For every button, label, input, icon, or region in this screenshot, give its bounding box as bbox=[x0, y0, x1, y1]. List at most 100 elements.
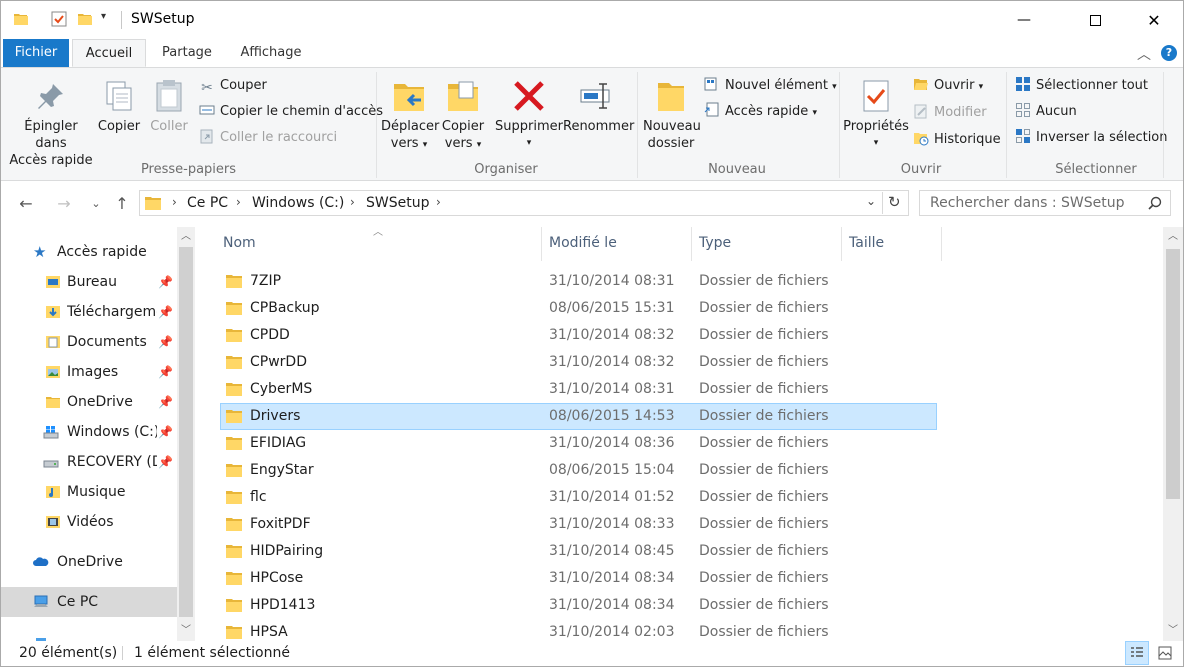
column-header-name[interactable]: Nom bbox=[223, 235, 256, 251]
table-row[interactable]: HPSA 31/10/2014 02:03 Dossier de fichiers bbox=[220, 619, 937, 641]
nav-item-windows-c[interactable]: Windows (C:) 📌 bbox=[1, 417, 177, 447]
scroll-up-icon[interactable]: ︿ bbox=[1168, 227, 1178, 242]
select-none-button[interactable]: Aucun bbox=[1015, 102, 1077, 122]
nav-item-quick-access[interactable]: ★ Accès rapide bbox=[1, 237, 177, 267]
large-icons-view-button[interactable] bbox=[1153, 641, 1177, 665]
tab-home[interactable]: Accueil bbox=[72, 39, 146, 67]
breadcrumb-separator-icon[interactable]: › bbox=[236, 195, 241, 209]
paste-button[interactable]: Coller bbox=[147, 78, 191, 135]
scroll-down-icon[interactable]: ﹀ bbox=[181, 621, 191, 636]
select-all-button[interactable]: Sélectionner tout bbox=[1015, 76, 1148, 96]
cut-button[interactable]: ✂ Couper bbox=[199, 76, 267, 96]
address-history-icon[interactable]: ⌄ bbox=[866, 194, 876, 208]
column-header-modified[interactable]: Modifié le bbox=[549, 235, 617, 251]
table-row[interactable]: CPwrDD 31/10/2014 08:32 Dossier de fichier… bbox=[220, 349, 937, 376]
close-button[interactable]: ✕ bbox=[1131, 1, 1177, 39]
pin-icon[interactable]: 📌 bbox=[158, 297, 173, 327]
table-row[interactable]: CyberMS 31/10/2014 08:31 Dossier de fichie… bbox=[220, 376, 937, 403]
pin-icon[interactable]: 📌 bbox=[158, 357, 173, 387]
details-view-button[interactable] bbox=[1125, 641, 1149, 665]
breadcrumb-separator-icon[interactable]: › bbox=[172, 195, 177, 209]
nav-item-music[interactable]: Musique bbox=[1, 477, 177, 507]
column-header-size[interactable]: Taille bbox=[849, 235, 884, 251]
column-divider[interactable] bbox=[941, 227, 942, 261]
address-bar[interactable]: › Ce PC › Windows (C:) › SWSetup › ⌄ ↻ bbox=[139, 190, 909, 216]
file-list-scrollbar[interactable]: ︿ ﹀ bbox=[1163, 227, 1183, 641]
nav-scrollbar[interactable]: ︿ ﹀ bbox=[177, 227, 195, 641]
copy-to-button[interactable]: Copier vers ▾ bbox=[439, 78, 487, 154]
table-row[interactable]: flc 31/10/2014 01:52 Dossier de fichiers bbox=[220, 484, 937, 511]
new-folder-icon[interactable] bbox=[77, 11, 93, 27]
column-header-type[interactable]: Type bbox=[699, 235, 731, 251]
nav-item-recovery-d[interactable]: RECOVERY (D:) 📌 bbox=[1, 447, 177, 477]
nav-item-pictures[interactable]: Images 📌 bbox=[1, 357, 177, 387]
refresh-icon[interactable]: ↻ bbox=[888, 193, 901, 211]
edit-button[interactable]: Modifier bbox=[913, 103, 987, 123]
pin-icon[interactable]: 📌 bbox=[158, 267, 173, 297]
table-row[interactable]: 7ZIP 31/10/2014 08:31 Dossier de fichiers bbox=[220, 268, 937, 295]
maximize-button[interactable] bbox=[1072, 1, 1118, 39]
nav-item-onedrive-pinned[interactable]: OneDrive 📌 bbox=[1, 387, 177, 417]
table-row[interactable]: HIDPairing 31/10/2014 08:45 Dossier de fic… bbox=[220, 538, 937, 565]
table-row-selected[interactable]: Drivers 08/06/2015 14:53 Dossier de fichie… bbox=[220, 403, 937, 430]
nav-item-videos[interactable]: Vidéos bbox=[1, 507, 177, 537]
pin-icon[interactable]: 📌 bbox=[158, 447, 173, 477]
nav-item-onedrive[interactable]: OneDrive bbox=[1, 547, 177, 577]
pin-icon[interactable]: 📌 bbox=[158, 387, 173, 417]
properties-icon[interactable] bbox=[51, 11, 67, 27]
search-icon[interactable] bbox=[1148, 196, 1162, 210]
table-row[interactable]: CPBackup 08/06/2015 15:31 Dossier de fichi… bbox=[220, 295, 937, 322]
properties-button[interactable]: Propriétés ▾ bbox=[843, 78, 909, 152]
column-divider[interactable] bbox=[541, 227, 542, 261]
invert-selection-button[interactable]: Inverser la sélection bbox=[1015, 128, 1168, 148]
pin-icon[interactable]: 📌 bbox=[158, 327, 173, 357]
column-divider[interactable] bbox=[691, 227, 692, 261]
search-box[interactable]: Rechercher dans : SWSetup bbox=[919, 190, 1171, 216]
table-row[interactable]: EngyStar 08/06/2015 15:04 Dossier de fichi… bbox=[220, 457, 937, 484]
pin-quick-access-button[interactable]: Épingler dans Accès rapide bbox=[7, 78, 95, 169]
breadcrumb-separator-icon[interactable]: › bbox=[350, 195, 355, 209]
delete-button[interactable]: Supprimer ▾ bbox=[495, 78, 563, 152]
nav-item-desktop[interactable]: Bureau 📌 bbox=[1, 267, 177, 297]
scroll-up-icon[interactable]: ︿ bbox=[181, 227, 191, 242]
breadcrumb-separator-icon[interactable]: › bbox=[436, 195, 441, 209]
table-row[interactable]: HPD1413 31/10/2014 08:34 Dossier de fichie… bbox=[220, 592, 937, 619]
nav-item-downloads[interactable]: Téléchargements 📌 bbox=[1, 297, 177, 327]
search-placeholder[interactable]: Rechercher dans : SWSetup bbox=[930, 195, 1124, 211]
nav-item-this-pc[interactable]: Ce PC bbox=[1, 587, 177, 617]
table-row[interactable]: HPCose 31/10/2014 08:34 Dossier de fichier… bbox=[220, 565, 937, 592]
move-to-button[interactable]: Déplacer vers ▾ bbox=[381, 78, 439, 154]
table-row[interactable]: CPDD 31/10/2014 08:32 Dossier de fichiers bbox=[220, 322, 937, 349]
minimize-button[interactable]: — bbox=[1001, 1, 1047, 39]
nav-scroll-thumb[interactable] bbox=[179, 247, 193, 617]
collapse-ribbon-icon[interactable]: ︿ bbox=[1137, 44, 1151, 64]
tab-file[interactable]: Fichier bbox=[3, 39, 69, 67]
rename-button[interactable]: Renommer bbox=[563, 78, 634, 135]
breadcrumb-windows-c[interactable]: Windows (C:) bbox=[252, 195, 344, 211]
up-button[interactable]: ↑ bbox=[109, 190, 135, 216]
history-button[interactable]: Historique bbox=[913, 130, 1001, 150]
tab-view[interactable]: Affichage bbox=[231, 39, 311, 67]
recent-locations-button[interactable]: ⌄ bbox=[83, 190, 109, 216]
nav-item-documents[interactable]: Documents 📌 bbox=[1, 327, 177, 357]
help-icon[interactable]: ? bbox=[1161, 45, 1177, 61]
scroll-down-icon[interactable]: ﹀ bbox=[1168, 621, 1178, 636]
open-button[interactable]: Ouvrir ▾ bbox=[913, 76, 983, 96]
new-folder-button[interactable]: Nouveau dossier bbox=[643, 78, 701, 152]
forward-button[interactable]: → bbox=[51, 190, 77, 216]
new-item-button[interactable]: Nouvel élément ▾ bbox=[704, 76, 837, 96]
back-button[interactable]: ← bbox=[13, 190, 39, 216]
easy-access-button[interactable]: Accès rapide ▾ bbox=[704, 102, 817, 122]
paste-shortcut-button[interactable]: Coller le raccourci bbox=[199, 128, 337, 148]
copy-path-button[interactable]: Copier le chemin d'accès bbox=[199, 102, 383, 122]
copy-button[interactable]: Copier bbox=[97, 78, 141, 135]
customize-qat-icon[interactable]: ▾ bbox=[101, 11, 106, 22]
tab-share[interactable]: Partage bbox=[151, 39, 223, 67]
column-divider[interactable] bbox=[841, 227, 842, 261]
breadcrumb-this-pc[interactable]: Ce PC bbox=[187, 195, 228, 211]
nav-item-network-partial[interactable] bbox=[1, 627, 177, 641]
breadcrumb-swsetup[interactable]: SWSetup bbox=[366, 195, 429, 211]
table-row[interactable]: EFIDIAG 31/10/2014 08:36 Dossier de fichie… bbox=[220, 430, 937, 457]
pin-icon[interactable]: 📌 bbox=[158, 417, 173, 447]
file-list-scroll-thumb[interactable] bbox=[1166, 249, 1180, 499]
